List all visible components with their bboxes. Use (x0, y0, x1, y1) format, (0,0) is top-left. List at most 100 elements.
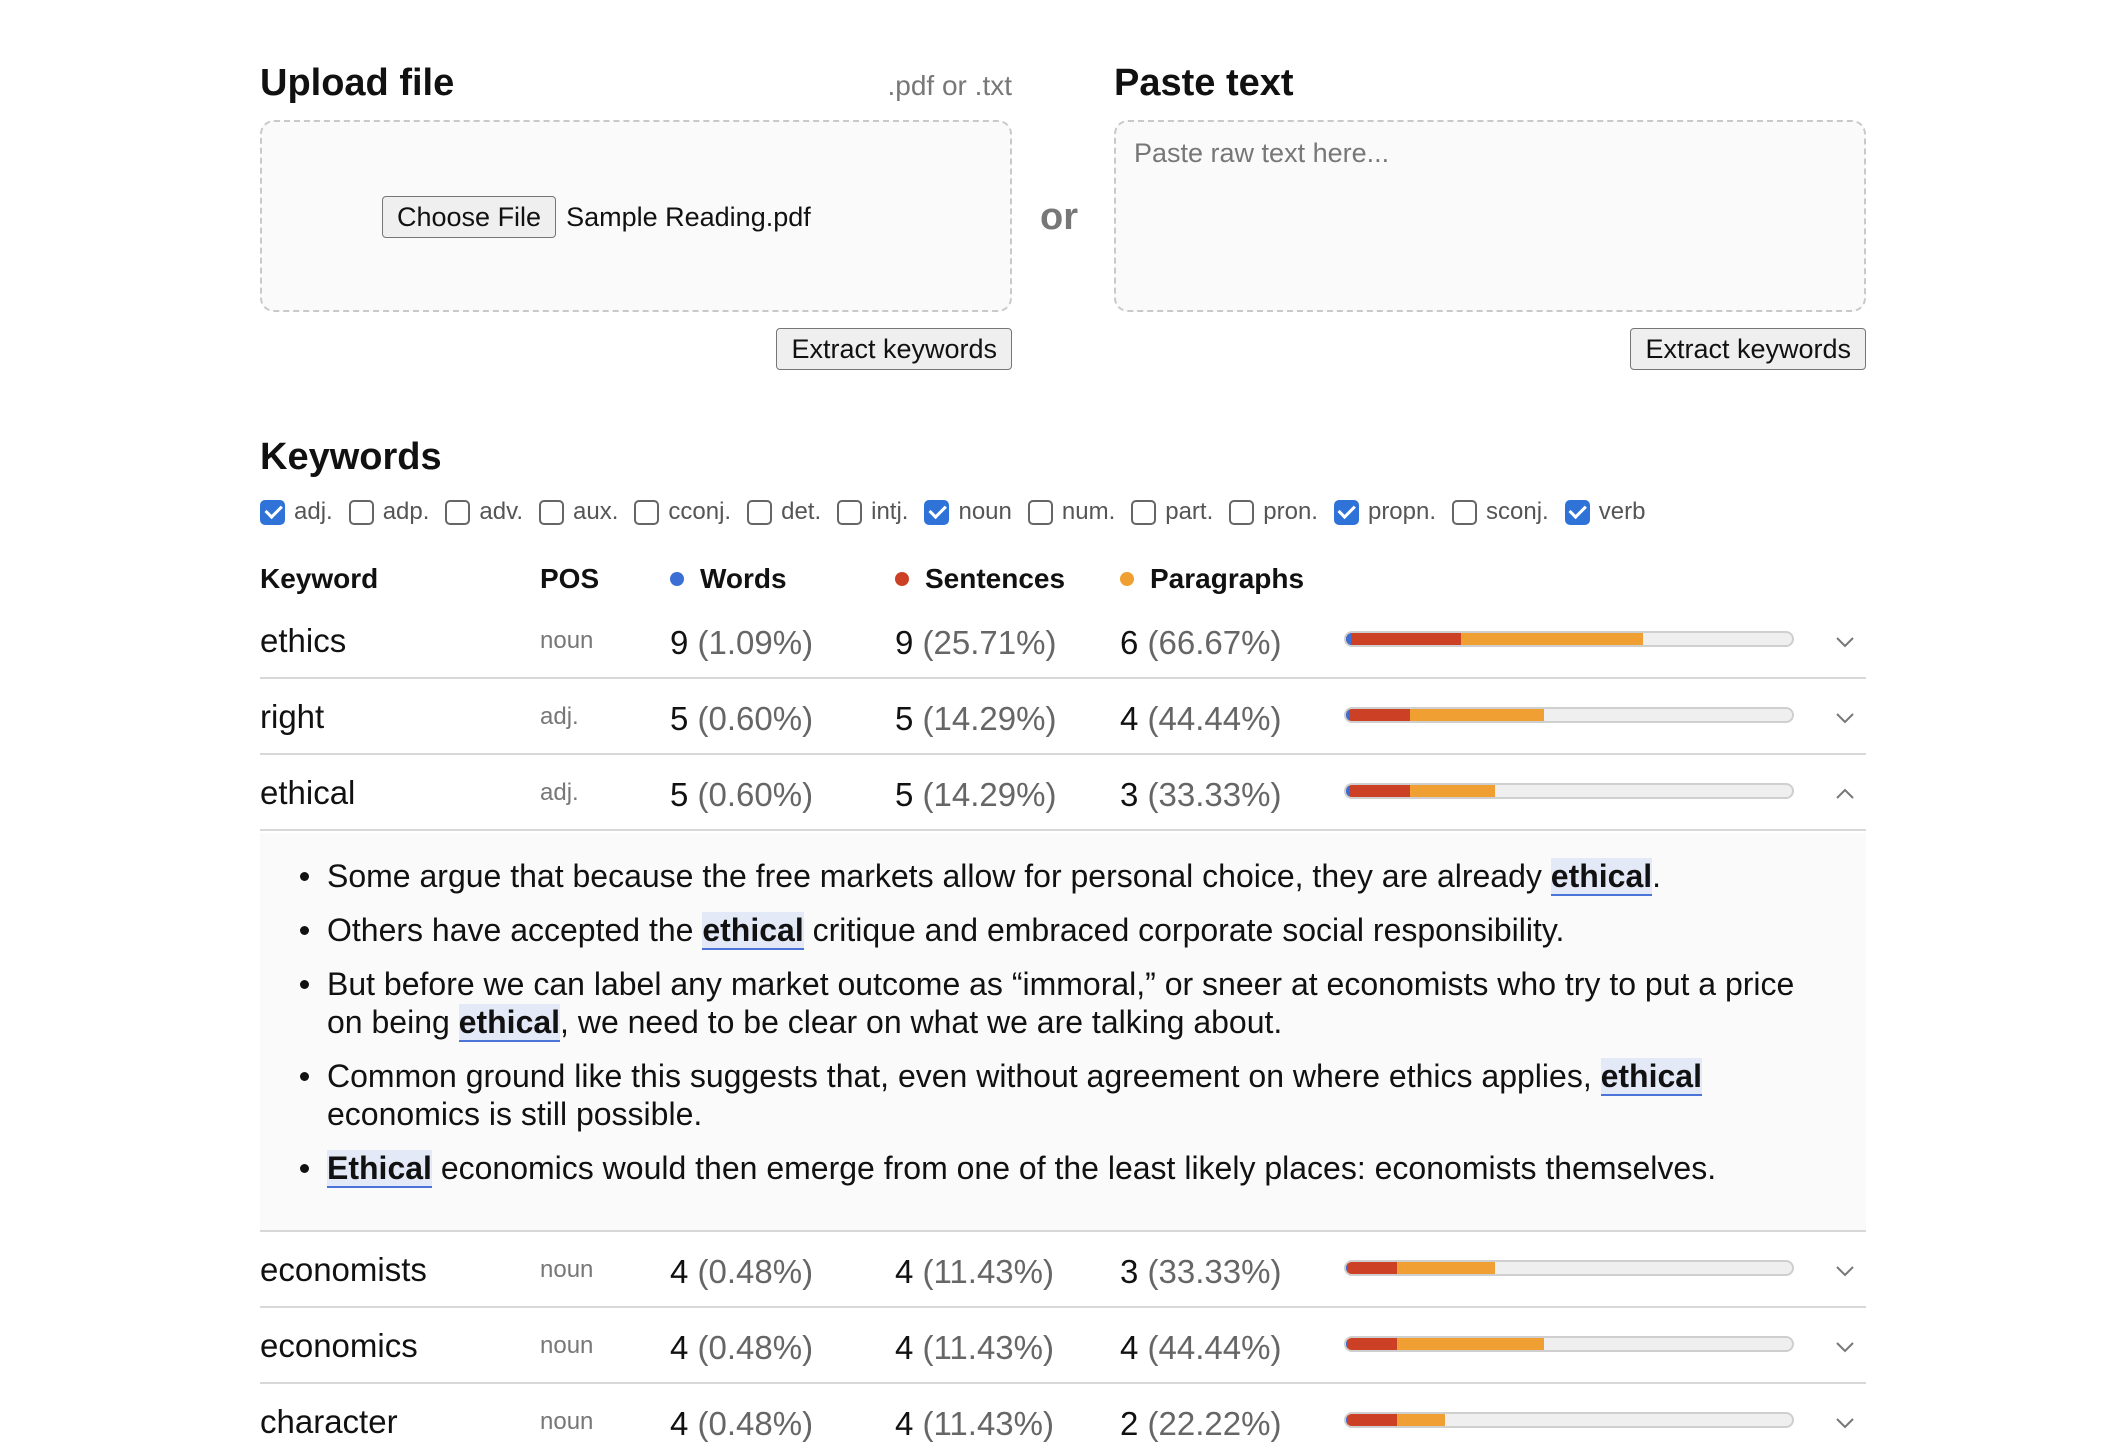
words-bar-fill (1346, 633, 1351, 645)
col-words-label: Words (700, 563, 787, 594)
words-value: 9 (670, 624, 689, 661)
keyword-row[interactable]: character noun 4 (0.48%) 4 (11.43%) 2 (22.22… (260, 1384, 1866, 1452)
pos-filter-verb[interactable]: verb (1564, 498, 1646, 526)
pos-checkbox[interactable] (348, 499, 374, 525)
sentences-value: 9 (895, 624, 914, 661)
pos-checkbox[interactable] (1027, 499, 1053, 525)
col-paragraphs: Paragraphs (1120, 555, 1304, 603)
pos-filter-det[interactable]: det. (747, 498, 821, 526)
keyword-row[interactable]: ethical adj. 5 (0.60%) 5 (14.29%) 3 (33.33%) (260, 755, 1866, 831)
table-header: Keyword POS Words Sentences Paragraphs (260, 555, 1866, 603)
sentences-count: 5 (14.29%) (895, 755, 1056, 831)
pos-filter-label: propn. (1367, 498, 1437, 525)
sentences-dot (895, 571, 909, 586)
sentences-percent: (11.43%) (913, 1329, 1054, 1366)
file-dropzone[interactable]: Choose File Sample Reading.pdf (260, 120, 1012, 312)
pos-checkbox[interactable] (445, 499, 471, 525)
context-sentence: Common ground like this suggests that, e… (280, 1057, 1826, 1133)
chevron-down-icon[interactable] (1834, 1412, 1856, 1434)
sentences-value: 4 (895, 1253, 914, 1290)
extract-keywords-file-button[interactable]: Extract keywords (776, 328, 1012, 370)
context-sentence: Others have accepted the ethical critiqu… (280, 911, 1826, 950)
pos-filter-label: verb (1598, 498, 1646, 525)
pos-filter-part[interactable]: part. (1131, 498, 1213, 526)
paste-area-container (1114, 120, 1866, 312)
pos-filter-adp[interactable]: adp. (348, 498, 429, 526)
words-bar-fill (1346, 709, 1349, 721)
pos-checkbox[interactable] (924, 499, 950, 525)
sentence-text: , we need to be clear on what we are tal… (560, 1004, 1283, 1040)
frequency-bar (1344, 1412, 1794, 1428)
frequency-bar (1344, 1260, 1794, 1276)
paragraphs-count: 6 (66.67%) (1120, 603, 1281, 679)
pos-tag: noun (540, 1332, 594, 1359)
pos-filter-label: num. (1061, 498, 1116, 525)
pos-filter-label: sconj. (1486, 498, 1549, 525)
pos-checkbox[interactable] (260, 499, 285, 525)
keyword-row[interactable]: ethics noun 9 (1.09%) 9 (25.71%) 6 (66.67%) (260, 603, 1866, 679)
paragraphs-value: 6 (1120, 624, 1139, 661)
pos-filter-aux[interactable]: aux. (539, 498, 618, 526)
pos-filter-adv[interactable]: adv. (445, 498, 523, 526)
keyword-context-panel: Some argue that because the free markets… (260, 833, 1866, 1232)
context-sentence: Ethical economics would then emerge from… (280, 1149, 1826, 1188)
pos-checkbox[interactable] (634, 499, 660, 525)
words-value: 5 (670, 776, 689, 813)
context-sentence: But before we can label any market outco… (280, 965, 1826, 1042)
pos-filter-noun[interactable]: noun (924, 498, 1012, 526)
pos-checkbox[interactable] (539, 499, 565, 525)
sentence-text: Some argue that because the free markets… (327, 858, 1551, 894)
pos-filter-label: adj. (294, 498, 333, 525)
extract-keywords-text-button[interactable]: Extract keywords (1630, 328, 1866, 370)
pos-checkbox[interactable] (747, 499, 773, 525)
paragraphs-count: 2 (22.22%) (1120, 1384, 1281, 1452)
sentences-value: 5 (895, 776, 914, 813)
paragraphs-value: 4 (1120, 700, 1139, 737)
chevron-down-icon[interactable] (1834, 1336, 1856, 1358)
chevron-down-icon[interactable] (1834, 631, 1856, 653)
keyword-row[interactable]: economists noun 4 (0.48%) 4 (11.43%) 3 (33.3… (260, 1232, 1866, 1308)
words-bar-fill (1346, 1414, 1349, 1426)
words-count: 4 (0.48%) (670, 1384, 813, 1452)
pos-checkbox[interactable] (837, 499, 863, 525)
pos-checkbox[interactable] (1452, 499, 1478, 525)
pos-filter-num[interactable]: num. (1027, 498, 1116, 526)
chevron-down-icon[interactable] (1834, 707, 1856, 729)
pos-tag: noun (540, 1408, 594, 1435)
paste-text-input[interactable] (1116, 122, 1864, 310)
sentences-bar-fill (1346, 633, 1461, 645)
pos-filter-cconj[interactable]: cconj. (634, 498, 731, 526)
sentences-count: 9 (25.71%) (895, 603, 1056, 679)
keyword-row[interactable]: economics noun 4 (0.48%) 4 (11.43%) 4 (44.44… (260, 1308, 1866, 1384)
pos-checkbox[interactable] (1564, 499, 1590, 525)
or-divider: or (1040, 196, 1078, 238)
words-percent: (0.48%) (688, 1253, 814, 1290)
words-bar-fill (1346, 785, 1349, 797)
pos-filter-label: aux. (573, 498, 619, 525)
choose-file-button[interactable]: Choose File (382, 196, 557, 238)
context-sentence-list: Some argue that because the free markets… (280, 857, 1826, 1188)
pos-checkbox[interactable] (1131, 499, 1157, 525)
sentences-count: 4 (11.43%) (895, 1384, 1054, 1452)
paragraphs-percent: (22.22%) (1138, 1405, 1282, 1442)
pos-filter-intj[interactable]: intj. (837, 498, 908, 526)
pos-filter-sconj[interactable]: sconj. (1452, 498, 1549, 526)
sentence-text: economics would then emerge from one of … (431, 1150, 1717, 1186)
highlighted-keyword: Ethical (327, 1150, 432, 1188)
paragraphs-count: 3 (33.33%) (1120, 1232, 1281, 1308)
words-bar-fill (1346, 1338, 1349, 1350)
chevron-up-icon[interactable] (1834, 783, 1856, 805)
pos-checkbox[interactable] (1229, 499, 1255, 525)
pos-tag: adj. (540, 703, 579, 730)
pos-filter-adj[interactable]: adj. (260, 498, 333, 526)
chevron-down-icon[interactable] (1834, 1260, 1856, 1282)
keyword-row[interactable]: right adj. 5 (0.60%) 5 (14.29%) 4 (44.44%) (260, 679, 1866, 755)
pos-filter-pron[interactable]: pron. (1229, 498, 1318, 526)
sentences-value: 4 (895, 1329, 914, 1366)
pos-filter-label: cconj. (668, 498, 732, 525)
pos-filter-propn[interactable]: propn. (1333, 498, 1437, 526)
pos-checkbox[interactable] (1333, 499, 1359, 525)
sentences-percent: (11.43%) (913, 1405, 1054, 1442)
keyword-text: right (260, 698, 325, 735)
words-count: 9 (1.09%) (670, 603, 813, 679)
